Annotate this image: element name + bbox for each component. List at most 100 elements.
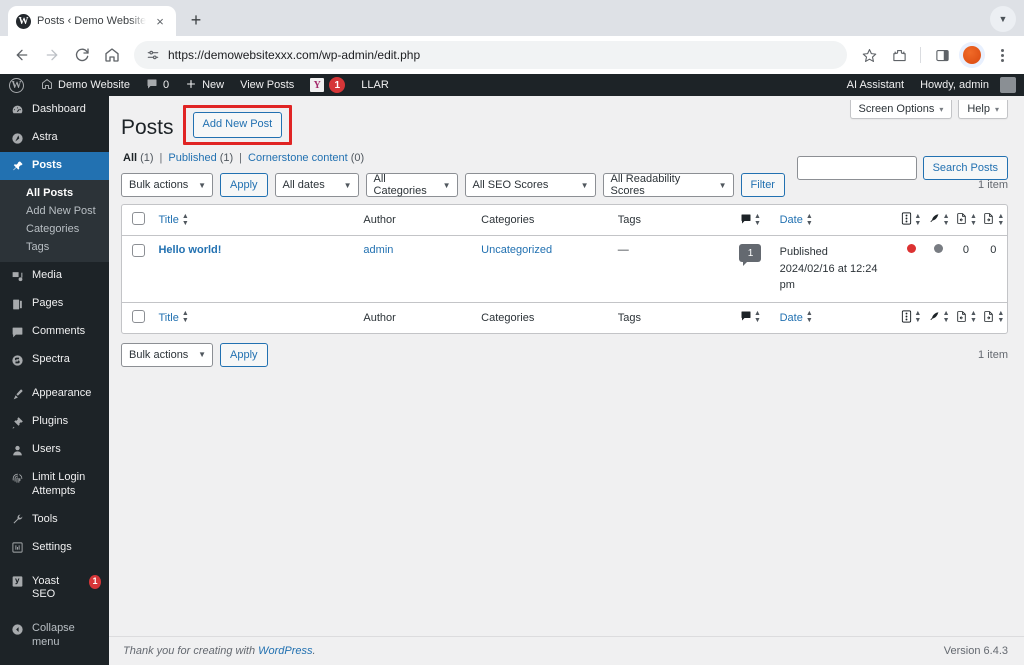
column-footer-date[interactable]: Date ▲ ▼ [773, 301, 898, 333]
column-header-inbound-links[interactable]: ▲ ▼ [952, 205, 980, 237]
column-footer-comments[interactable]: ▲ ▼ [727, 301, 774, 333]
column-header-readability[interactable]: ▲ ▼ [924, 205, 953, 237]
adminbar-new[interactable]: New [177, 74, 232, 96]
comment-count-bubble[interactable]: 1 [739, 244, 762, 267]
column-footer-title[interactable]: Title ▲ ▼ [152, 301, 358, 333]
adminbar-my-account[interactable]: Howdy, admin [912, 74, 1024, 96]
sidebar-item-media[interactable]: Media [0, 262, 109, 290]
column-footer-date-label: Date [779, 311, 803, 324]
sidebar-item-yoast-seo[interactable]: Yoast SEO 1 [0, 568, 109, 610]
screen-options-button[interactable]: Screen Options ▾ [849, 100, 953, 119]
filter-link-published[interactable]: Published (1) [168, 152, 233, 164]
reload-icon[interactable] [68, 41, 96, 69]
sidebar-item-appearance[interactable]: Appearance [0, 380, 109, 408]
cell-comments[interactable]: 1 [727, 236, 773, 302]
cell-title[interactable]: Hello world! [152, 236, 357, 302]
tune-icon[interactable] [146, 48, 160, 62]
submenu-item-categories[interactable]: Categories [0, 220, 109, 238]
cell-seo-score[interactable] [898, 236, 925, 302]
sidebar-item-dashboard[interactable]: Dashboard [0, 96, 109, 124]
wordpress-link[interactable]: WordPress [258, 645, 312, 657]
sidebar-item-plugins[interactable]: Plugins [0, 408, 109, 436]
sidebar-item-users[interactable]: Users [0, 436, 109, 464]
sidebar-item-spectra[interactable]: Spectra [0, 346, 109, 374]
cell-categories[interactable]: Uncategorized [475, 236, 612, 302]
profile-avatar[interactable] [958, 41, 986, 69]
filter-link-all[interactable]: All (1) [123, 152, 154, 164]
forward-icon[interactable] [38, 41, 66, 69]
adminbar-yoast[interactable]: Y 1 [302, 74, 353, 96]
filter-link-cornerstone-label[interactable]: Cornerstone content [248, 152, 348, 164]
column-footer-readability[interactable]: ▲ ▼ [924, 301, 953, 333]
cell-readability-score[interactable] [925, 236, 952, 302]
category-link[interactable]: Uncategorized [481, 244, 552, 256]
column-footer-seo-score[interactable]: ▲ ▼ [897, 301, 925, 333]
close-icon[interactable]: × [152, 13, 168, 29]
toolbar-divider [920, 47, 921, 63]
add-new-post-button[interactable]: Add New Post [192, 112, 283, 138]
sidebar-item-limit-login-attempts[interactable]: Limit Login Attempts [0, 464, 109, 506]
sidebar-item-comments[interactable]: Comments [0, 318, 109, 346]
filter-link-published-label[interactable]: Published [168, 152, 216, 164]
categories-filter-select[interactable]: All Categories ▼ [365, 173, 458, 198]
adminbar-view-posts[interactable]: View Posts [232, 74, 302, 96]
dates-filter-select[interactable]: All dates ▼ [274, 173, 359, 198]
column-header-categories: Categories [475, 205, 612, 237]
bulk-actions-select-top[interactable]: Bulk actions ▼ [121, 173, 213, 198]
kebab-menu-icon[interactable] [988, 41, 1016, 69]
column-header-title[interactable]: Title ▲ ▼ [152, 205, 358, 237]
select-all-checkbox-footer[interactable] [132, 309, 145, 323]
address-bar[interactable]: https://demowebsitexxx.com/wp-admin/edit… [134, 41, 847, 69]
sidebar-item-astra[interactable]: Astra [0, 124, 109, 152]
submenu-item-add-new-post[interactable]: Add New Post [0, 202, 109, 220]
row-checkbox[interactable] [132, 244, 145, 258]
select-all-checkbox[interactable] [132, 212, 145, 226]
seo-scores-filter-select[interactable]: All SEO Scores ▼ [464, 173, 596, 198]
cell-author[interactable]: admin [357, 236, 475, 302]
sidebar-item-label: Yoast SEO [32, 574, 60, 601]
sidebar-item-settings[interactable]: Settings [0, 534, 109, 562]
adminbar-site-name[interactable]: Demo Website [33, 74, 138, 96]
side-panel-icon[interactable] [928, 41, 956, 69]
star-icon[interactable] [855, 41, 883, 69]
sidebar-item-collapse-menu[interactable]: Collapse menu [0, 615, 109, 657]
wp-logo-icon[interactable]: W [0, 74, 33, 96]
apply-button-top[interactable]: Apply [220, 173, 268, 198]
search-input[interactable] [796, 156, 917, 180]
extensions-icon[interactable] [885, 41, 913, 69]
new-tab-button[interactable]: + [182, 6, 210, 34]
column-footer-outbound-links[interactable]: ▲ ▼ [979, 301, 1007, 333]
post-title-link[interactable]: Hello world! [158, 244, 221, 256]
column-header-seo-score[interactable]: ▲ ▼ [897, 205, 925, 237]
submenu-item-tags[interactable]: Tags [0, 238, 109, 256]
sidebar-item-posts[interactable]: Posts [0, 152, 109, 180]
bulk-actions-select-bottom[interactable]: Bulk actions ▼ [121, 342, 213, 367]
adminbar-ai-assistant[interactable]: AI Assistant [839, 74, 912, 96]
readability-scores-filter-select[interactable]: All Readability Scores ▼ [602, 173, 734, 198]
apply-button-bottom[interactable]: Apply [220, 342, 268, 367]
browser-tab[interactable]: W Posts ‹ Demo Website — Wor × [8, 6, 176, 36]
column-header-outbound-links[interactable]: ▲ ▼ [979, 205, 1007, 237]
filter-button[interactable]: Filter [740, 173, 785, 198]
column-header-comments[interactable]: ▲ ▼ [727, 205, 774, 237]
adminbar-comments[interactable]: 0 [138, 74, 177, 96]
back-icon[interactable] [8, 41, 36, 69]
search-posts-button[interactable]: Search Posts [922, 156, 1008, 180]
filter-link-all-label[interactable]: All [123, 152, 137, 164]
sidebar-item-label: Spectra [32, 353, 70, 365]
select-all-header[interactable] [122, 205, 153, 237]
sidebar-item-pages[interactable]: Pages [0, 290, 109, 318]
column-header-date[interactable]: Date ▲ ▼ [773, 205, 898, 237]
column-footer-inbound-links[interactable]: ▲ ▼ [952, 301, 980, 333]
sidebar-item-tools[interactable]: Tools [0, 506, 109, 534]
filter-link-cornerstone[interactable]: Cornerstone content (0) [248, 152, 364, 164]
home-icon[interactable] [98, 41, 126, 69]
chevron-down-icon[interactable]: ▼ [990, 6, 1016, 32]
row-select-cell[interactable] [122, 236, 152, 302]
submenu-item-all-posts[interactable]: All Posts [0, 184, 109, 202]
author-link[interactable]: admin [363, 244, 393, 256]
table-row[interactable]: Hello world! admin Uncategorized — 1 Pub… [122, 236, 1007, 302]
adminbar-llar[interactable]: LLAR [353, 74, 397, 96]
select-all-footer[interactable] [122, 301, 153, 333]
help-button[interactable]: Help ▾ [958, 100, 1008, 119]
